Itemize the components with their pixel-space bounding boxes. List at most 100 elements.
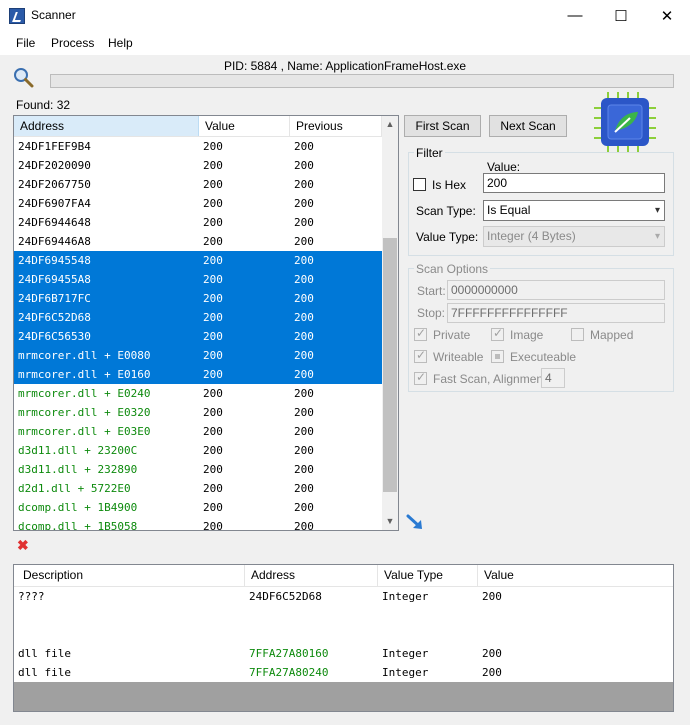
cell-value: 200 <box>203 444 223 457</box>
table-row[interactable]: 24DF2067750 200 200 <box>14 175 382 194</box>
scan-type-label: Scan Type: <box>416 204 476 218</box>
scan-type-select[interactable]: Is Equal ▾ <box>483 200 665 221</box>
menu-file[interactable]: File <box>16 36 35 50</box>
table-row[interactable]: 24DF1FEF9B4 200 200 <box>14 137 382 156</box>
table-row[interactable]: d3d11.dll + 232890 200 200 <box>14 460 382 479</box>
menu-process[interactable]: Process <box>51 36 94 50</box>
fast-scan-label: Fast Scan, Alignment: <box>433 372 550 386</box>
results-list[interactable]: Address Value Previous 24DF1FEF9B4 200 200… <box>13 115 399 531</box>
scroll-down-icon[interactable]: ▼ <box>382 513 398 530</box>
fast-scan-checkbox[interactable] <box>414 370 427 385</box>
table-row[interactable]: 24DF6B717FC 200 200 <box>14 289 382 308</box>
scroll-thumb[interactable] <box>383 238 397 492</box>
table-row[interactable]: 24DF6C56530 200 200 <box>14 327 382 346</box>
cell-previous: 200 <box>294 197 314 210</box>
stop-label: Stop: <box>417 306 446 320</box>
column-description[interactable]: Description <box>14 565 245 586</box>
list-item[interactable]: dll file 7FFA27A80080 Integer 200 <box>14 625 673 644</box>
private-checkbox[interactable] <box>414 326 427 341</box>
table-row[interactable]: 24DF6907FA4 200 200 <box>14 194 382 213</box>
cell-address: 7FFA27A80240 <box>249 666 329 679</box>
table-row[interactable]: mrmcorer.dll + E0080 200 200 <box>14 346 382 365</box>
cell-previous: 200 <box>294 425 314 438</box>
cell-address: d3d11.dll + 232890 <box>18 463 138 476</box>
menu-bar <box>0 31 690 55</box>
table-row[interactable]: mrmcorer.dll + E0240 200 200 <box>14 384 382 403</box>
scan-type-value: Is Equal <box>487 203 531 217</box>
cell-description <box>14 606 245 625</box>
cell-value: 200 <box>482 647 502 660</box>
cell-address: 24DF69455A8 <box>18 273 91 286</box>
filter-group-label: Filter <box>414 146 445 160</box>
first-scan-button[interactable]: First Scan <box>404 115 481 137</box>
table-row[interactable]: mrmcorer.dll + E03E0 200 200 <box>14 422 382 441</box>
table-row[interactable]: 24DF2020090 200 200 <box>14 156 382 175</box>
table-row[interactable]: 24DF6945548 200 200 <box>14 251 382 270</box>
cell-value: 200 <box>203 482 223 495</box>
cell-description: dll file <box>18 628 71 641</box>
address-list[interactable]: Description Address Value Type Value ???… <box>13 564 674 712</box>
column-value-type[interactable]: Value Type <box>378 565 478 586</box>
writeable-label: Writeable <box>433 350 484 364</box>
writeable-checkbox[interactable] <box>414 348 427 363</box>
value-type-value: Integer (4 Bytes) <box>487 229 576 243</box>
cell-description: dll file <box>18 647 71 660</box>
list-item[interactable]: 24DF6C56530 Integer 200 <box>14 606 673 625</box>
cell-value: 200 <box>203 368 223 381</box>
next-scan-button[interactable]: Next Scan <box>489 115 567 137</box>
list-item[interactable]: ???? 24DF6C52D68 Integer 200 <box>14 587 673 606</box>
start-label: Start: <box>417 284 446 298</box>
minimize-button[interactable]: — <box>552 0 598 31</box>
executeable-checkbox[interactable] <box>491 350 504 363</box>
table-row[interactable]: mrmcorer.dll + E0160 200 200 <box>14 365 382 384</box>
menu-help[interactable]: Help <box>108 36 133 50</box>
cell-value: 200 <box>203 292 223 305</box>
cell-previous: 200 <box>294 463 314 476</box>
cell-previous: 200 <box>294 216 314 229</box>
list-item[interactable]: dll file 7FFA27A80160 Integer 200 <box>14 644 673 663</box>
table-row[interactable]: mrmcorer.dll + E0320 200 200 <box>14 403 382 422</box>
results-scrollbar[interactable]: ▲ ▼ <box>382 116 398 530</box>
found-count: Found: 32 <box>16 98 71 112</box>
address-list-header: Description Address Value Type Value <box>14 565 673 587</box>
table-row[interactable]: 24DF6C52D68 200 200 <box>14 308 382 327</box>
start-input[interactable]: 0000000000 <box>447 280 665 300</box>
delete-icon[interactable]: ✖ <box>17 537 29 554</box>
table-row[interactable]: dcomp.dll + 1B5058 200 200 <box>14 517 382 531</box>
stop-input[interactable]: 7FFFFFFFFFFFFFFF <box>447 303 665 323</box>
value-label: Value: <box>487 160 521 174</box>
value-type-select[interactable]: Integer (4 Bytes) ▾ <box>483 226 665 247</box>
column-previous[interactable]: Previous <box>290 116 382 136</box>
image-checkbox[interactable] <box>491 326 504 341</box>
scroll-up-icon[interactable]: ▲ <box>382 116 398 133</box>
cell-value: 200 <box>203 235 223 248</box>
table-row[interactable]: 24DF69446A8 200 200 <box>14 232 382 251</box>
cell-type: Integer <box>382 628 429 641</box>
process-info: PID: 5884 , Name: ApplicationFrameHost.e… <box>223 59 467 73</box>
cell-previous: 200 <box>294 330 314 343</box>
maximize-button[interactable]: ☐ <box>598 0 644 31</box>
table-row[interactable]: 24DF6944648 200 200 <box>14 213 382 232</box>
column-value[interactable]: Value <box>199 116 290 136</box>
cell-value: 200 <box>203 216 223 229</box>
alignment-input[interactable]: 4 <box>541 368 565 388</box>
cell-address: dcomp.dll + 1B5058 <box>18 520 138 531</box>
list-item[interactable]: dll file 7FFA27A80240 Integer 200 <box>14 663 673 682</box>
mapped-checkbox[interactable] <box>571 328 584 341</box>
value-input[interactable]: 200 <box>483 173 665 193</box>
column-address[interactable]: Address <box>245 565 378 586</box>
add-to-list-arrow-icon[interactable] <box>405 512 425 532</box>
cell-previous: 200 <box>294 254 314 267</box>
table-row[interactable]: dcomp.dll + 1B4900 200 200 <box>14 498 382 517</box>
cell-address: 24DF6C56530 <box>18 330 91 343</box>
cell-value: 200 <box>203 406 223 419</box>
table-row[interactable]: d3d11.dll + 23200C 200 200 <box>14 441 382 460</box>
column-address[interactable]: Address <box>14 116 199 136</box>
cell-address: 24DF6B717FC <box>18 292 91 305</box>
is-hex-checkbox[interactable] <box>413 178 426 191</box>
table-row[interactable]: d2d1.dll + 5722E0 200 200 <box>14 479 382 498</box>
close-button[interactable]: ✕ <box>644 0 690 31</box>
table-row[interactable]: 24DF69455A8 200 200 <box>14 270 382 289</box>
column-value[interactable]: Value <box>478 565 673 586</box>
cell-previous: 200 <box>294 368 314 381</box>
